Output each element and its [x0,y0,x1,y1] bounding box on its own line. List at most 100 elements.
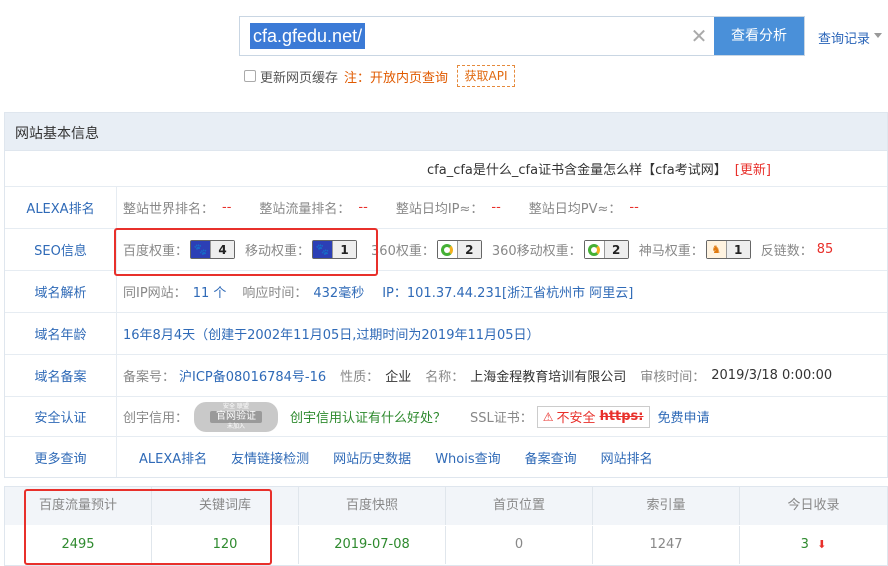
daily-ip-value: -- [491,200,501,215]
cache-option: 更新网页缓存 注：开放内页查询 [244,67,449,86]
chevron-down-icon[interactable] [874,33,882,38]
stats-header: 关键词库 [152,487,299,525]
search-input-text: cfa.gfedu.net/ [250,23,366,49]
baidu-weight-label: 百度权重： [123,244,189,259]
site-title: cfa_cfa是什么_cfa证书含金量怎么样【cfa考试网】 [427,163,727,178]
age-row-body: 16年8月4天（创建于2002年11月05日,过期时间为2019年11月05日） [123,313,540,354]
ssl-protocol-text: https: [599,409,644,424]
dns-row-label[interactable]: 域名解析 [5,271,117,312]
stats-value: 0 [446,526,593,564]
alexa-row-body: 整站世界排名： -- 整站流量排名： -- 整站日均IP≈： -- 整站日均PV… [123,187,667,228]
site-title-row: cfa_cfa是什么_cfa证书含金量怎么样【cfa考试网】 [更新] [5,151,887,187]
w360-label: 360权重： [371,244,435,259]
response-value: 432毫秒 [313,286,365,301]
shenma-value: 1 [725,241,750,258]
stats-value-today[interactable]: 3 ⬇ [740,526,887,564]
stats-header: 百度流量预计 [5,487,152,525]
icp-row-body: 备案号： 沪ICP备08016784号-16 性质： 企业 名称： 上海金程教育… [123,355,832,396]
360-ring-icon [437,241,457,258]
audit-time-label: 审核时间： [640,370,706,385]
stats-header: 索引量 [593,487,740,525]
shenma-horse-icon: ♞ [706,241,726,258]
more-link-friendlinks[interactable]: 友情链接检测 [231,448,309,467]
get-api-button[interactable]: 获取API [457,65,515,87]
verification-seal[interactable]: 安全 联盟 官网验证 未加入 [194,401,279,432]
note-text: 注：开放内页查询 [344,70,449,86]
more-link-alexa[interactable]: ALEXA排名 [139,448,207,467]
search-box: cfa.gfedu.net/ ✕ 查看分析 [239,16,805,56]
more-row-body: ALEXA排名 友情链接检测 网站历史数据 Whois查询 备案查询 网站排名 [139,437,653,477]
domain-age-link[interactable]: 16年8月4天（创建于2002年11月05日,过期时间为2019年11月05日） [123,324,540,343]
alexa-row: ALEXA排名 整站世界排名： -- 整站流量排名： -- 整站日均IP≈： -… [5,187,887,229]
stats-value[interactable]: 2495 [5,526,152,564]
w360-value: 2 [456,241,481,258]
more-link-icp[interactable]: 备案查询 [525,448,577,467]
baidu-paw-icon: 🐾 [191,241,211,258]
company-name-value: 上海金程教育培训有限公司 [470,370,627,385]
arrow-down-icon: ⬇ [817,538,827,551]
icp-row-label[interactable]: 域名备案 [5,355,117,396]
daily-ip-label: 整站日均IP≈： [395,202,484,217]
dns-row-body: 同IP网站： 11 个 响应时间： 432毫秒 IP：101.37.44.231… [123,271,633,312]
stats-value[interactable]: 120 [152,526,299,564]
nature-label: 性质： [340,370,380,385]
nature-value: 企业 [385,370,412,385]
close-icon[interactable]: ✕ [688,25,710,47]
seo-row-label[interactable]: SEO信息 [5,229,117,270]
credit-label: 创宇信用： [123,411,189,426]
ssl-apply-link[interactable]: 免费申请 [658,407,710,426]
icp-number-label: 备案号： [123,370,176,385]
backlinks-label: 反链数： [760,244,813,259]
m360-badge[interactable]: 2 [583,240,629,259]
alexa-row-label[interactable]: ALEXA排名 [5,187,117,228]
stats-header: 首页位置 [446,487,593,525]
age-row-label[interactable]: 域名年龄 [5,313,117,354]
stats-value[interactable]: 1247 [593,526,740,564]
more-link-history[interactable]: 网站历史数据 [333,448,411,467]
baidu-paw-icon: 🐾 [313,241,333,258]
site-info-panel: 网站基本信息 cfa_cfa是什么_cfa证书含金量怎么样【cfa考试网】 [更… [4,112,888,478]
icp-row: 域名备案 备案号： 沪ICP备08016784号-16 性质： 企业 名称： 上… [5,355,887,397]
icp-number-link[interactable]: 沪ICP备08016784号-16 [179,366,326,385]
update-link[interactable]: [更新] [735,159,771,178]
analyze-button[interactable]: 查看分析 [714,17,804,55]
baidu-weight-badge[interactable]: 🐾 4 [190,240,236,259]
more-link-whois[interactable]: Whois查询 [435,448,500,467]
shenma-label: 神马权重： [638,244,704,259]
credit-benefit-link[interactable]: 创宇信用认证有什么好处？ [290,407,446,426]
stats-value[interactable]: 2019-07-08 [299,526,446,564]
cache-checkbox[interactable] [244,70,256,82]
baidu-weight-value: 4 [210,241,235,258]
backlinks-value[interactable]: 85 [817,242,834,257]
seo-row: SEO信息 百度权重： 🐾 4 移动权重： 🐾 1 360权重： 2 360移动… [5,229,887,271]
stats-header: 今日收录 [740,487,887,525]
more-row: 更多查询 ALEXA排名 友情链接检测 网站历史数据 Whois查询 备案查询 … [5,437,887,477]
panel-header: 网站基本信息 [5,113,887,151]
security-row-label[interactable]: 安全认证 [5,397,117,436]
traffic-rank-value: -- [358,200,368,215]
ssl-status-badge[interactable]: ⚠ 不安全 https: [536,405,650,428]
seal-bottom-text: 未加入 [227,422,246,430]
ssl-status-text: 不安全 [556,411,596,426]
w360-badge[interactable]: 2 [436,240,482,259]
world-rank-label: 整站世界排名： [123,202,215,217]
security-row-body: 创宇信用： 安全 联盟 官网验证 未加入 创宇信用认证有什么好处？ SSL证书：… [123,397,710,436]
daily-pv-value: -- [629,200,639,215]
company-name-label: 名称： [425,370,465,385]
stats-header: 百度快照 [299,487,446,525]
shenma-badge[interactable]: ♞ 1 [705,240,751,259]
more-row-label[interactable]: 更多查询 [5,437,117,477]
more-link-site-rank[interactable]: 网站排名 [601,448,653,467]
dns-row: 域名解析 同IP网站： 11 个 响应时间： 432毫秒 IP：101.37.4… [5,271,887,313]
seal-top-text: 安全 联盟 [223,402,249,410]
history-link[interactable]: 查询记录 [818,28,870,47]
mobile-weight-badge[interactable]: 🐾 1 [312,240,358,259]
age-row: 域名年龄 16年8月4天（创建于2002年11月05日,过期时间为2019年11… [5,313,887,355]
security-row: 安全认证 创宇信用： 安全 联盟 官网验证 未加入 创宇信用认证有什么好处？ S… [5,397,887,437]
same-ip-value[interactable]: 11 个 [193,282,227,301]
daily-pv-label: 整站日均PV≈： [528,202,622,217]
m360-value: 2 [603,241,628,258]
mobile-weight-value: 1 [332,241,357,258]
traffic-rank-label: 整站流量排名： [259,202,351,217]
ip-link[interactable]: IP：101.37.44.231[浙江省杭州市 阿里云] [382,282,633,301]
